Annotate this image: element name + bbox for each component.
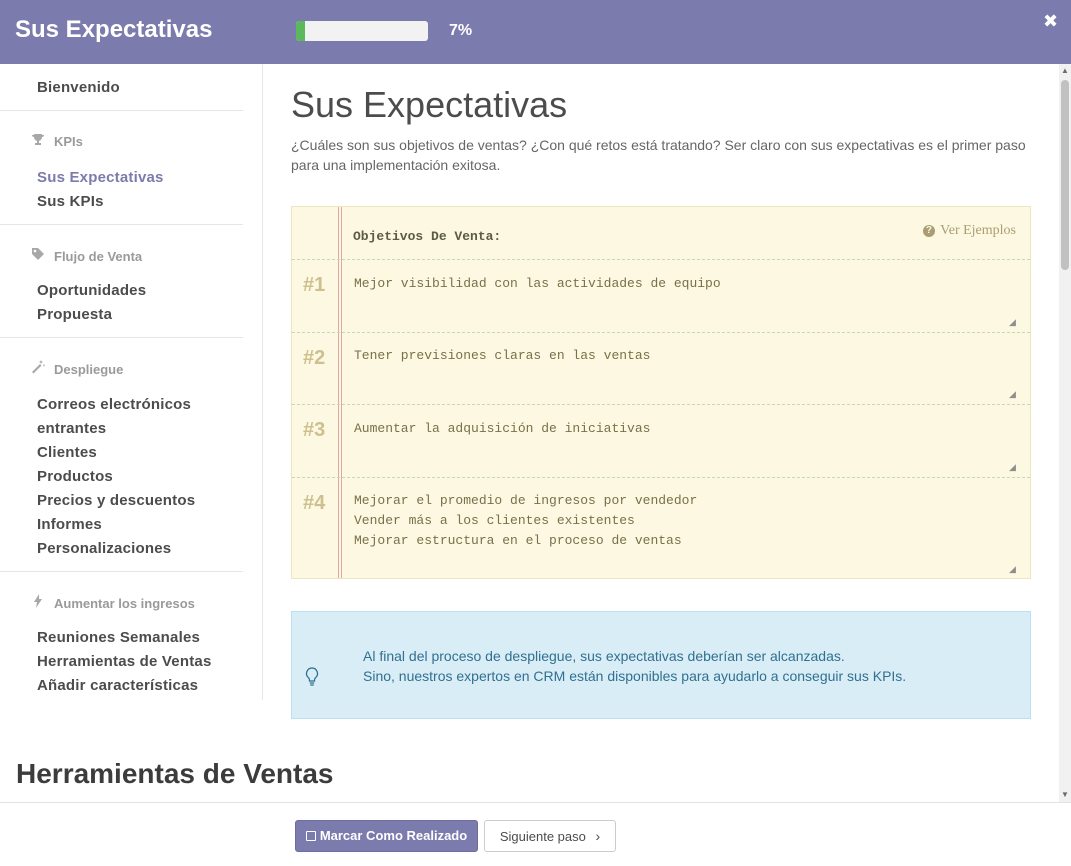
progress-bar <box>296 21 428 41</box>
header-title: Sus Expectativas <box>15 16 213 43</box>
sidebar-category-ingresos: Aumentar los ingresos <box>30 594 195 611</box>
sidebar-item-propuesta[interactable]: Propuesta <box>37 306 112 323</box>
sidebar-item-precios[interactable]: Precios y descuentos <box>37 492 195 509</box>
goal-row: #4 Mejorar el promedio de ingresos por v… <box>292 477 1030 578</box>
resize-grip-icon[interactable]: ◢ <box>1009 318 1017 327</box>
sales-objectives-notepad: Objetivos De Venta: ? Ver Ejemplos #1 Me… <box>291 206 1031 579</box>
next-section-title: Herramientas de Ventas <box>16 758 334 789</box>
sidebar-item-clientes[interactable]: Clientes <box>37 444 97 461</box>
info-text-line-2: Sino, nuestros expertos en CRM están dis… <box>363 668 907 684</box>
sidebar-item-correos-entrantes[interactable]: entrantes <box>37 420 106 437</box>
magic-wand-icon <box>30 360 46 377</box>
sidebar-item-caracteristicas[interactable]: Añadir características <box>37 677 198 694</box>
info-text-line-1: Al final del proceso de despliegue, sus … <box>363 648 845 664</box>
goal-row: #1 Mejor visibilidad con las actividades… <box>292 259 1030 332</box>
sidebar-divider <box>0 110 243 111</box>
sidebar: Bienvenido KPIs Sus Expectativas Sus KPI… <box>0 64 263 700</box>
sidebar-item-herramientas[interactable]: Herramientas de Ventas <box>37 653 211 670</box>
progress-label: 7% <box>449 22 473 39</box>
goal-number: #1 <box>303 274 326 296</box>
footer-bar: Marcar Como Realizado Siguiente paso › <box>0 802 1071 866</box>
checkbox-square-icon <box>305 831 316 841</box>
question-circle-icon: ? <box>922 225 935 237</box>
sidebar-item-informes[interactable]: Informes <box>37 516 102 533</box>
resize-grip-icon[interactable]: ◢ <box>1009 463 1017 472</box>
info-alert: Al final del proceso de despliegue, sus … <box>291 611 1031 719</box>
page-description: ¿Cuáles son sus objetivos de ventas? ¿Co… <box>291 137 1026 173</box>
sidebar-item-productos[interactable]: Productos <box>37 468 113 485</box>
resize-grip-icon[interactable]: ◢ <box>1009 390 1017 399</box>
sidebar-item-personalizaciones[interactable]: Personalizaciones <box>37 540 171 557</box>
trophy-icon <box>30 133 46 149</box>
resize-grip-icon[interactable]: ◢ <box>1009 565 1017 574</box>
sidebar-item-sus-kpis[interactable]: Sus KPIs <box>37 193 104 210</box>
chevron-right-icon: › <box>595 828 601 844</box>
goal-number: #4 <box>303 492 326 514</box>
goal-number: #3 <box>303 419 326 441</box>
notepad-heading: Objetivos De Venta: <box>353 229 502 244</box>
next-step-button[interactable]: Siguiente paso › <box>484 820 616 852</box>
sidebar-item-sus-expectativas[interactable]: Sus Expectativas <box>37 169 164 186</box>
lightbulb-icon <box>305 667 319 686</box>
scrollbar-thumb[interactable] <box>1061 80 1069 270</box>
scroll-up-arrow-icon[interactable]: ▲ <box>1061 66 1069 76</box>
progress-fill <box>296 21 306 41</box>
sidebar-item-oportunidades[interactable]: Oportunidades <box>37 282 146 299</box>
close-icon[interactable]: ✖ <box>1043 11 1058 32</box>
sidebar-item-correos[interactable]: Correos electrónicos <box>37 396 191 413</box>
view-examples-link[interactable]: ? Ver Ejemplos <box>922 223 1016 239</box>
sidebar-item-reuniones[interactable]: Reuniones Semanales <box>37 629 200 646</box>
page-title: Sus Expectativas <box>291 84 568 125</box>
sidebar-divider <box>0 224 243 225</box>
header-bar: Sus Expectativas 7% ✖ <box>0 0 1071 64</box>
sidebar-category-despliegue: Despliegue <box>30 360 123 377</box>
scrollbar[interactable]: ▲ ▼ <box>1059 64 1071 802</box>
sidebar-item-bienvenido[interactable]: Bienvenido <box>37 79 120 96</box>
mark-done-button[interactable]: Marcar Como Realizado <box>295 820 478 852</box>
tag-icon <box>30 247 46 264</box>
goal-row: #3 Aumentar la adquisición de iniciativa… <box>292 404 1030 477</box>
bolt-icon <box>30 594 46 611</box>
goal-textarea[interactable]: Mejor visibilidad con las actividades de… <box>354 274 721 294</box>
sidebar-category-kpis: KPIs <box>30 133 83 149</box>
goal-row: #2 Tener previsiones claras en las venta… <box>292 332 1030 404</box>
scroll-down-arrow-icon[interactable]: ▼ <box>1061 790 1069 800</box>
goal-textarea[interactable]: Aumentar la adquisición de iniciativas <box>354 419 650 439</box>
sidebar-divider <box>0 571 243 572</box>
sidebar-category-flujo: Flujo de Venta <box>30 247 142 264</box>
goal-textarea[interactable]: Tener previsiones claras en las ventas <box>354 346 650 366</box>
goal-textarea[interactable]: Mejorar el promedio de ingresos por vend… <box>354 491 697 551</box>
sidebar-divider <box>0 337 243 338</box>
goal-number: #2 <box>303 347 326 369</box>
